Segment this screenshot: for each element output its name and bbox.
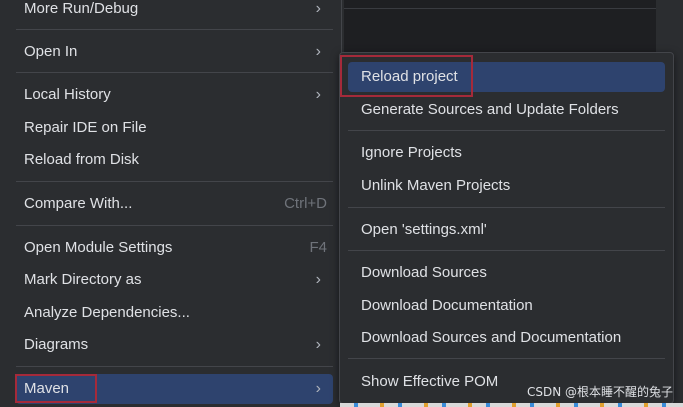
watermark: CSDN @根本睡不醒的兔子: [527, 385, 674, 399]
menu-item-download-sources[interactable]: Download Sources: [348, 258, 665, 288]
menu-separator: [348, 250, 665, 251]
menu-item-label: Local History: [24, 86, 111, 103]
menu-item-label: Reload project: [361, 68, 458, 85]
menu-item-analyze-dependencies[interactable]: Analyze Dependencies...: [16, 298, 333, 328]
menu-separator: [16, 181, 333, 182]
menu-item-label: Mark Directory as: [24, 271, 142, 288]
chevron-right-icon: ›: [315, 380, 321, 397]
menu-item-repair-ide[interactable]: Repair IDE on File: [16, 113, 333, 143]
taskbar-icon-strip: [340, 403, 683, 407]
menu-item-more-run-debug[interactable]: More Run/Debug ›: [16, 0, 333, 24]
menu-item-label: Download Sources: [361, 264, 487, 281]
menu-item-compare-with[interactable]: Compare With... Ctrl+D: [16, 189, 333, 219]
chevron-right-icon: ›: [315, 0, 321, 17]
menu-separator: [348, 207, 665, 208]
menu-item-mark-directory-as[interactable]: Mark Directory as ›: [16, 265, 333, 295]
menu-item-label: Maven: [24, 380, 70, 397]
menu-item-maven[interactable]: Maven ›: [16, 374, 333, 404]
menu-item-label: More Run/Debug: [24, 0, 139, 17]
menu-item-label: Generate Sources and Update Folders: [361, 101, 619, 118]
menu-separator: [348, 358, 665, 359]
menu-item-label: Analyze Dependencies...: [24, 304, 190, 321]
menu-item-open-module-settings[interactable]: Open Module Settings F4: [16, 233, 333, 263]
menu-separator: [16, 29, 333, 30]
context-menu: More Run/Debug › Open In › Local History…: [0, 0, 342, 407]
menu-item-reload-from-disk[interactable]: Reload from Disk: [16, 145, 333, 175]
menu-separator: [16, 366, 333, 367]
menu-separator: [16, 225, 333, 226]
maven-submenu: Reload project Generate Sources and Upda…: [339, 52, 674, 404]
menu-item-label: Repair IDE on File: [24, 119, 147, 136]
chevron-right-icon: ›: [315, 86, 321, 103]
menu-separator: [348, 130, 665, 131]
menu-item-label: Diagrams: [24, 336, 89, 353]
menu-item-label: Reload from Disk: [24, 151, 140, 168]
menu-item-download-sources-and-docs[interactable]: Download Sources and Documentation: [348, 323, 665, 353]
menu-item-label: Download Sources and Documentation: [361, 329, 622, 346]
menu-item-label: Open Module Settings: [24, 239, 173, 256]
menu-item-label: Unlink Maven Projects: [361, 177, 511, 194]
shortcut-label: Ctrl+D: [284, 195, 327, 212]
chevron-right-icon: ›: [315, 43, 321, 60]
menu-item-ignore-projects[interactable]: Ignore Projects: [348, 138, 665, 168]
menu-item-label: Download Documentation: [361, 297, 533, 314]
menu-separator: [16, 72, 333, 73]
chevron-right-icon: ›: [315, 336, 321, 353]
menu-item-label: Open 'settings.xml': [361, 221, 487, 238]
chevron-right-icon: ›: [315, 271, 321, 288]
menu-item-label: Show Effective POM: [361, 373, 499, 390]
menu-item-label: Open In: [24, 43, 78, 60]
menu-item-open-in[interactable]: Open In ›: [16, 37, 333, 67]
menu-item-unlink-maven-projects[interactable]: Unlink Maven Projects: [348, 171, 665, 201]
menu-item-open-settings-xml[interactable]: Open 'settings.xml': [348, 215, 665, 245]
menu-item-download-documentation[interactable]: Download Documentation: [348, 291, 665, 321]
menu-item-local-history[interactable]: Local History ›: [16, 80, 333, 110]
menu-item-diagrams[interactable]: Diagrams ›: [16, 330, 333, 360]
editor-tab-divider: [344, 8, 683, 9]
shortcut-label: F4: [309, 239, 327, 256]
menu-item-reload-project[interactable]: Reload project: [348, 62, 665, 92]
menu-item-generate-sources[interactable]: Generate Sources and Update Folders: [348, 95, 665, 125]
menu-item-label: Compare With...: [24, 195, 133, 212]
menu-item-label: Ignore Projects: [361, 144, 462, 161]
